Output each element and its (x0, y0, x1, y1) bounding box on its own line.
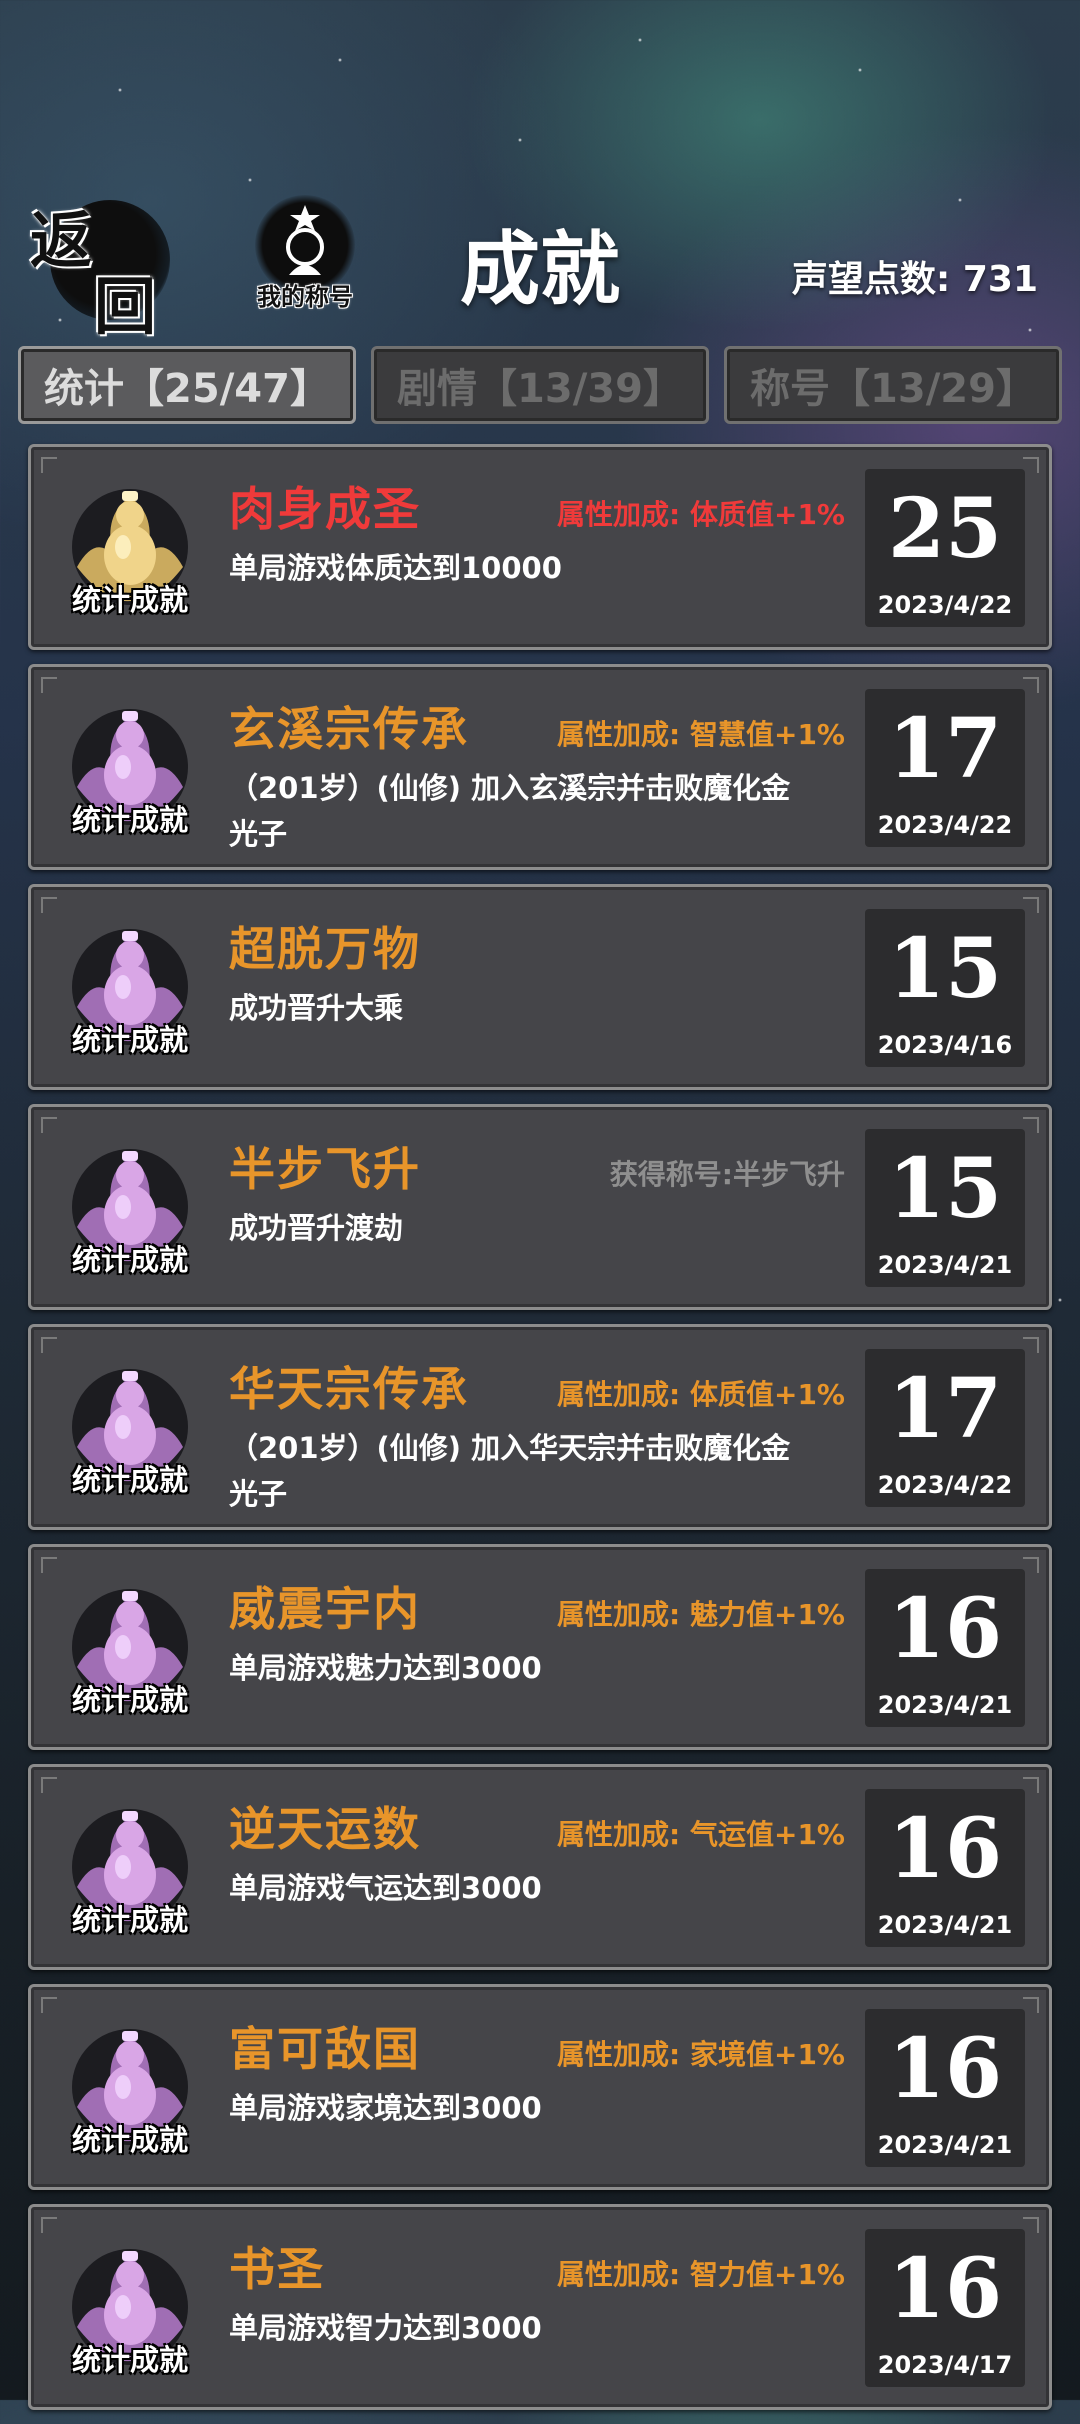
achievement-name: 华天宗传承 (229, 1362, 469, 1416)
achievement-card[interactable]: 统计成就 超脱万物成功晋升大乘 15 2023/4/16 (28, 884, 1052, 1090)
achievement-date: 2023/4/22 (877, 591, 1013, 619)
achievement-points: 16 (887, 2241, 1003, 2337)
achievement-score-box: 17 2023/4/22 (865, 1349, 1025, 1507)
tab-story[interactable]: 剧情【13/39】 (371, 346, 709, 424)
my-title-button[interactable]: 我的称号 (245, 195, 365, 315)
achievement-name: 半步飞升 (229, 1142, 421, 1196)
achievement-name: 玄溪宗传承 (229, 702, 469, 756)
achievement-score-box: 16 2023/4/21 (865, 1789, 1025, 1947)
achievement-points: 15 (887, 1141, 1003, 1237)
achievement-description: 成功晋升渡劫 (229, 1211, 404, 1245)
achievement-list[interactable]: 统计成就 肉身成圣 属性加成: 体质值+1% 单局游戏体质达到10000 25 2023/… (28, 444, 1052, 2424)
achievement-card[interactable]: 统计成就 威震宇内 属性加成: 魅力值+1% 单局游戏魅力达到3000 16 2023/4… (28, 1544, 1052, 1750)
achievement-reward: 获得称号:半步飞升 (609, 1158, 845, 1191)
achievement-category-badge: 统计成就 (71, 1683, 188, 1717)
achievement-reward: 属性加成: 智慧值+1% (557, 718, 845, 751)
achievement-card[interactable]: 统计成就 玄溪宗传承 属性加成: 智慧值+1% （201岁）(仙修) 加入玄溪宗并击败… (28, 664, 1052, 870)
achievement-category-badge: 统计成就 (71, 1903, 188, 1937)
golden-gourd-icon: 统计成就 (55, 475, 205, 625)
achievement-reward: 属性加成: 体质值+1% (557, 498, 845, 531)
tab-titles[interactable]: 称号【13/29】 (724, 346, 1062, 424)
achievement-category-badge: 统计成就 (71, 583, 188, 617)
achievement-reward: 属性加成: 智力值+1% (557, 2258, 845, 2291)
achievement-name: 逆天运数 (229, 1802, 421, 1856)
purple-gourd-icon: 统计成就 (55, 2015, 205, 2165)
achievement-score-box: 17 2023/4/22 (865, 689, 1025, 847)
achievement-name: 超脱万物 (229, 922, 421, 976)
achievement-date: 2023/4/16 (877, 1031, 1013, 1059)
achievement-points: 16 (887, 1581, 1003, 1677)
achievement-date: 2023/4/21 (877, 2131, 1013, 2159)
back-button[interactable]: 返 回 (30, 190, 170, 343)
achievement-card[interactable]: 统计成就 华天宗传承 属性加成: 体质值+1% （201岁）(仙修) 加入华天宗并击败… (28, 1324, 1052, 1530)
achievement-date: 2023/4/21 (877, 1251, 1013, 1279)
reputation-points: 声望点数: 731 (791, 259, 1038, 300)
back-label-char-1: 返 (30, 204, 93, 277)
purple-gourd-icon: 统计成就 (55, 2235, 205, 2385)
achievement-date: 2023/4/21 (877, 1691, 1013, 1719)
achievement-description: 单局游戏魅力达到3000 (229, 1651, 542, 1685)
achievement-card[interactable]: 统计成就 半步飞升 获得称号:半步飞升成功晋升渡劫 15 2023/4/21 (28, 1104, 1052, 1310)
purple-gourd-icon: 统计成就 (55, 695, 205, 845)
achievement-category-badge: 统计成就 (71, 1243, 188, 1277)
achievement-card[interactable]: 统计成就 逆天运数 属性加成: 气运值+1% 单局游戏气运达到3000 16 2023/4… (28, 1764, 1052, 1970)
achievement-card[interactable]: 统计成就 书圣 属性加成: 智力值+1% 单局游戏智力达到3000 16 2023/4/1… (28, 2204, 1052, 2410)
achievement-reward: 属性加成: 气运值+1% (557, 1818, 845, 1851)
achievement-description: 单局游戏家境达到3000 (229, 2091, 542, 2125)
achievement-description: （201岁）(仙修) 加入玄溪宗并击败魔化金光子 (229, 771, 791, 851)
achievement-date: 2023/4/22 (877, 1471, 1013, 1499)
achievement-date: 2023/4/17 (877, 2351, 1013, 2379)
achievement-category-badge: 统计成就 (71, 2343, 188, 2377)
category-tabs: 统计【25/47】 剧情【13/39】 称号【13/29】 (18, 346, 1062, 424)
achievement-score-box: 16 2023/4/17 (865, 2229, 1025, 2387)
achievement-date: 2023/4/21 (877, 1911, 1013, 1939)
achievement-name: 书圣 (229, 2242, 325, 2296)
achievement-description: 单局游戏智力达到3000 (229, 2311, 542, 2345)
achievement-score-box: 16 2023/4/21 (865, 2009, 1025, 2167)
achievement-category-badge: 统计成就 (71, 803, 188, 837)
achievement-description: 成功晋升大乘 (229, 991, 404, 1025)
achievement-name: 富可敌国 (229, 2022, 421, 2076)
achievement-description: 单局游戏体质达到10000 (229, 551, 562, 585)
page-title: 成就 (460, 223, 620, 316)
achievement-score-box: 15 2023/4/21 (865, 1129, 1025, 1287)
achievement-score-box: 15 2023/4/16 (865, 909, 1025, 1067)
my-title-label: 我的称号 (257, 283, 353, 311)
purple-gourd-icon: 统计成就 (55, 1355, 205, 1505)
achievement-points: 17 (887, 1361, 1003, 1457)
achievement-points: 25 (887, 481, 1003, 577)
achievement-points: 17 (887, 701, 1003, 797)
achievement-score-box: 25 2023/4/22 (865, 469, 1025, 627)
achievement-name: 肉身成圣 (229, 482, 421, 536)
achievement-points: 16 (887, 1801, 1003, 1897)
tab-statistics[interactable]: 统计【25/47】 (18, 346, 356, 424)
crowned-head-icon (286, 205, 324, 275)
achievement-category-badge: 统计成就 (71, 1023, 188, 1057)
achievement-category-badge: 统计成就 (71, 2123, 188, 2157)
achievement-points: 16 (887, 2021, 1003, 2117)
achievement-description: 单局游戏气运达到3000 (229, 1871, 542, 1905)
achievement-reward: 属性加成: 魅力值+1% (557, 1598, 845, 1631)
achievement-score-box: 16 2023/4/21 (865, 1569, 1025, 1727)
achievement-reward: 属性加成: 体质值+1% (557, 1378, 845, 1411)
achievement-card[interactable]: 统计成就 富可敌国 属性加成: 家境值+1% 单局游戏家境达到3000 16 2023/4… (28, 1984, 1052, 2190)
purple-gourd-icon: 统计成就 (55, 915, 205, 1065)
achievement-description: （201岁）(仙修) 加入华天宗并击败魔化金光子 (229, 1431, 791, 1511)
purple-gourd-icon: 统计成就 (55, 1575, 205, 1725)
achievement-reward: 属性加成: 家境值+1% (557, 2038, 845, 2071)
achievement-points: 15 (887, 921, 1003, 1017)
achievement-name: 威震宇内 (229, 1582, 421, 1636)
purple-gourd-icon: 统计成就 (55, 1135, 205, 1285)
purple-gourd-icon: 统计成就 (55, 1795, 205, 1945)
achievement-card[interactable]: 统计成就 肉身成圣 属性加成: 体质值+1% 单局游戏体质达到10000 25 2023/… (28, 444, 1052, 650)
achievement-category-badge: 统计成就 (71, 1463, 188, 1497)
achievement-date: 2023/4/22 (877, 811, 1013, 839)
back-label-char-2: 回 (94, 270, 157, 343)
